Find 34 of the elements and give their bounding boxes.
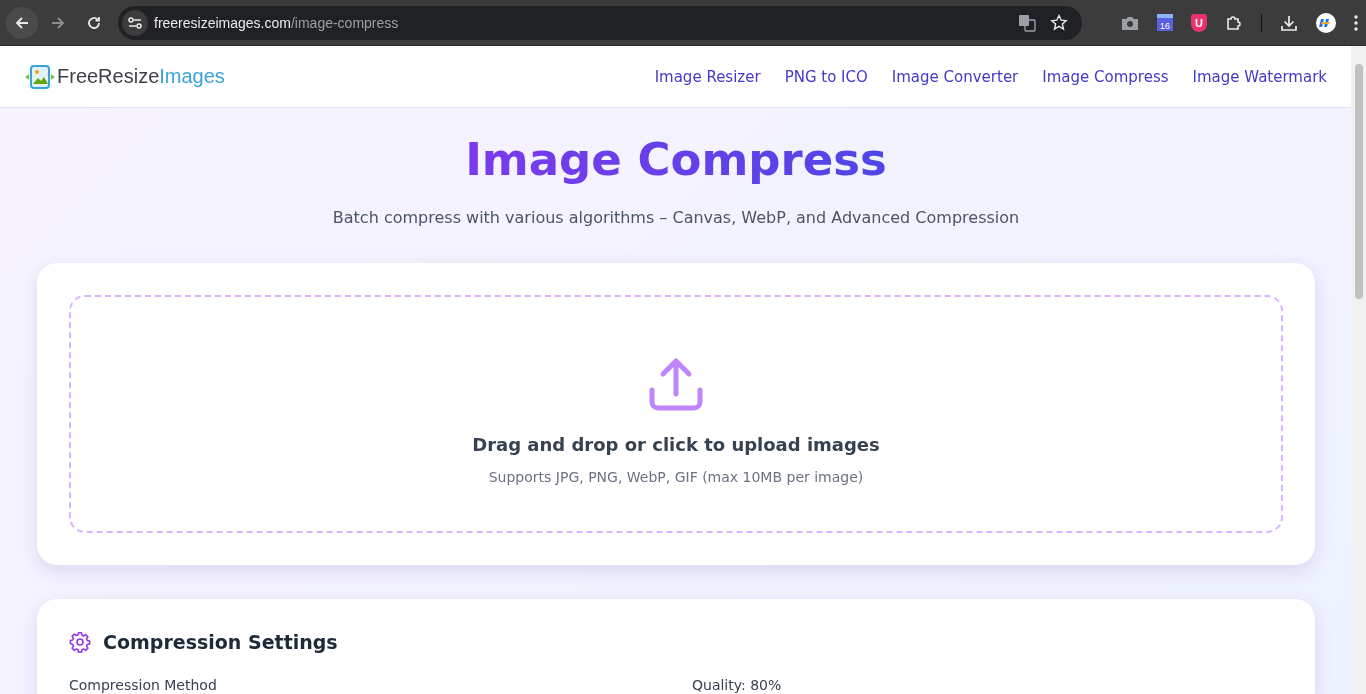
- bookmark-star-icon[interactable]: [1050, 13, 1068, 32]
- quality-label: Quality: 80%: [692, 677, 783, 693]
- more-menu-icon[interactable]: [1354, 14, 1358, 31]
- nav-link[interactable]: Image Compress: [1042, 67, 1169, 86]
- upload-hint: Supports JPG, PNG, WebP, GIF (max 10MB per image): [488, 468, 864, 485]
- back-arrow-icon[interactable]: [14, 14, 30, 31]
- settings-gear-icon: [69, 631, 91, 653]
- upload-prompt: Drag and drop or click to upload images: [472, 433, 880, 455]
- nav-link[interactable]: Image Converter: [891, 67, 1019, 86]
- translate-icon[interactable]: [1018, 13, 1036, 32]
- calendar-extension-icon[interactable]: 16: [1157, 14, 1173, 31]
- nav-link[interactable]: Image Resizer: [654, 67, 761, 86]
- address-bar[interactable]: freeresizeimages.com/image-compress: [118, 5, 1082, 40]
- upload-dropzone[interactable]: Drag and drop or click to upload images Supports JPG, PNG, WebP, GIF (max 10MB per image): [69, 295, 1283, 533]
- shield-extension-icon[interactable]: U: [1191, 13, 1207, 32]
- logo-picture-icon: [25, 63, 55, 90]
- profile-avatar-icon[interactable]: [1316, 12, 1336, 33]
- extensions-puzzle-icon[interactable]: [1225, 13, 1243, 32]
- page-subtitle: Batch compress with various algorithms – Canvas, WebP, and Advanced Compression: [332, 208, 1020, 227]
- nav-link[interactable]: PNG to ICO: [784, 67, 868, 86]
- forward-arrow-icon[interactable]: [50, 14, 66, 31]
- upload-icon: [648, 355, 704, 412]
- download-icon[interactable]: [1280, 13, 1298, 32]
- site-settings-icon[interactable]: [122, 9, 148, 36]
- reload-icon[interactable]: [86, 14, 102, 31]
- settings-title: Compression Settings: [103, 631, 338, 653]
- back-button[interactable]: [6, 6, 38, 39]
- nav-link[interactable]: Image Watermark: [1192, 67, 1327, 86]
- camera-icon[interactable]: [1121, 14, 1139, 31]
- method-label: Compression Method: [69, 677, 218, 693]
- url-text: freeresizeimages.com/image-compress: [154, 14, 399, 31]
- scrollbar[interactable]: [1351, 46, 1366, 694]
- site-logo[interactable]: FreeResizeImages: [25, 63, 225, 90]
- scrollbar-thumb[interactable]: [1355, 64, 1363, 299]
